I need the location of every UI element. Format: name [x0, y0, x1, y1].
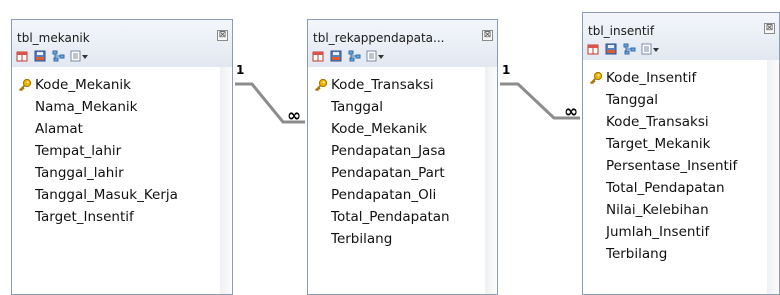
relationship-icon[interactable] [52, 50, 65, 62]
table-title: tbl_rekappendapata... [313, 31, 445, 45]
view-options-dropdown-icon[interactable] [366, 50, 386, 62]
table-header[interactable]: tbl_rekappendapata... ⊠ [308, 20, 497, 67]
table-toolbar [16, 48, 95, 63]
field-key[interactable]: Kode_Insentif [606, 70, 696, 86]
primary-key-icon [18, 78, 32, 92]
field-list[interactable]: Kode_Mekanik Nama_Mekanik Alamat Tempat_… [13, 67, 231, 294]
close-icon[interactable]: ⊠ [764, 23, 775, 34]
field-item[interactable]: Nilai_Kelebihan [606, 202, 709, 218]
table-toolbar [312, 48, 391, 63]
view-options-dropdown-icon[interactable] [70, 50, 90, 62]
field-item[interactable]: Total_Pendapatan [331, 209, 450, 225]
save-table-icon[interactable] [330, 50, 343, 62]
relationship-many-marker: ∞ [287, 106, 302, 126]
field-item[interactable]: Target_Mekanik [606, 136, 710, 152]
relationship-one-marker: 1 [236, 63, 245, 77]
field-item[interactable]: Terbilang [606, 246, 667, 262]
field-item[interactable]: Tanggal_Masuk_Kerja [35, 187, 178, 203]
field-list[interactable]: Kode_Transaksi Tanggal Kode_Mekanik Pend… [309, 67, 496, 294]
view-options-dropdown-icon[interactable] [641, 43, 661, 55]
table-header[interactable]: tbl_mekanik ⊠ [12, 20, 232, 67]
delete-table-icon[interactable] [16, 50, 29, 62]
field-item[interactable]: Pendapatan_Oli [331, 187, 436, 203]
close-icon[interactable]: ⊠ [217, 30, 228, 41]
primary-key-icon [314, 78, 328, 92]
save-table-icon[interactable] [605, 43, 618, 55]
table-title: tbl_insentif [588, 24, 655, 38]
field-item[interactable]: Tanggal [331, 99, 383, 115]
table-header[interactable]: tbl_insentif ⊠ [583, 13, 779, 60]
field-item[interactable]: Jumlah_Insentif [606, 224, 709, 240]
primary-key-icon [589, 71, 603, 85]
field-item[interactable]: Alamat [35, 121, 83, 137]
table-window-rekappendapatan[interactable]: tbl_rekappendapata... ⊠ Kode_Transaksi T… [307, 19, 498, 295]
relationship-many-marker: ∞ [564, 102, 579, 122]
field-item[interactable]: Pendapatan_Part [331, 165, 445, 181]
field-key[interactable]: Kode_Transaksi [331, 77, 434, 93]
table-window-insentif[interactable]: tbl_insentif ⊠ Kode_Insentif Tanggal Kod… [582, 12, 780, 295]
relationship-one-marker: 1 [502, 63, 511, 77]
field-item[interactable]: Nama_Mekanik [35, 99, 137, 115]
table-title: tbl_mekanik [17, 31, 90, 45]
field-item[interactable]: Kode_Mekanik [331, 121, 427, 137]
close-icon[interactable]: ⊠ [482, 30, 493, 41]
table-toolbar [587, 41, 666, 56]
table-window-mekanik[interactable]: tbl_mekanik ⊠ Kode_Mekanik Nama_Mekanik … [11, 19, 233, 295]
field-item[interactable]: Terbilang [331, 231, 392, 247]
field-item[interactable]: Tanggal [606, 92, 658, 108]
relationship-icon[interactable] [623, 43, 636, 55]
field-item[interactable]: Kode_Transaksi [606, 114, 709, 130]
delete-table-icon[interactable] [587, 43, 600, 55]
field-item[interactable]: Tanggal_lahir [35, 165, 124, 181]
save-table-icon[interactable] [34, 50, 47, 62]
field-item[interactable]: Pendapatan_Jasa [331, 143, 446, 159]
delete-table-icon[interactable] [312, 50, 325, 62]
field-item[interactable]: Persentase_Insentif [606, 158, 737, 174]
field-list[interactable]: Kode_Insentif Tanggal Kode_Transaksi Tar… [584, 60, 778, 294]
field-item[interactable]: Total_Pendapatan [606, 180, 725, 196]
field-item[interactable]: Tempat_lahir [35, 143, 121, 159]
relationship-icon[interactable] [348, 50, 361, 62]
field-key[interactable]: Kode_Mekanik [35, 77, 131, 93]
field-item[interactable]: Target_Insentif [35, 209, 134, 225]
